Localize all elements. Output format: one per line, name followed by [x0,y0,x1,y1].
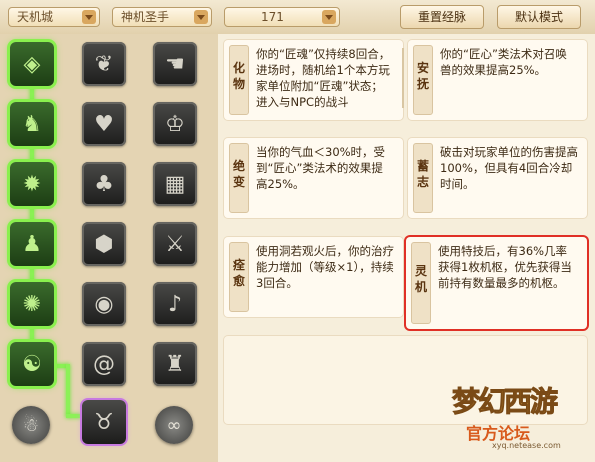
card-description: 使用特技后，有36%几率获得1枚机枢，优先获得当前持有数量最多的机枢。 [438,244,572,290]
hand-icon[interactable]: ☚ [153,42,197,86]
card-tag: 蓄志 [417,159,430,189]
beast-icon[interactable]: ♞ [10,102,54,146]
card-tag: 痊愈 [233,258,246,288]
default-mode-button[interactable]: 默认模式 [497,5,581,29]
card-tag: 灵机 [415,264,428,294]
game-logo: 梦幻西游 官方论坛 xyq.netease.com [451,380,587,456]
tree-icon[interactable]: ♣ [82,162,126,206]
warrior-icon[interactable]: ♟ [10,222,54,266]
shield-icon[interactable]: ⬢ [82,222,126,266]
swords-icon[interactable]: ⚔ [153,222,197,266]
faction-value: 天机城 [17,10,54,24]
card-tag: 安抚 [417,61,430,91]
card-description: 当你的气血＜30%时，受到“匠心”类法术的效果提高25%。 [256,145,386,191]
talent-card[interactable]: 安抚 你的“匠心”类法术对召唤兽的效果提高25%。 [408,40,587,120]
talent-card[interactable]: 绝变 当你的气血＜30%时，受到“匠心”类法术的效果提高25%。 [224,138,403,218]
card-tag: 绝变 [233,159,246,189]
card-description: 破击对玩家单位的伤害提高100%，但具有4回合冷却时间。 [440,145,578,191]
gem-icon[interactable]: ◈ [10,42,54,86]
scrollbar[interactable] [402,48,404,108]
level-dropdown[interactable]: 171 [224,7,340,27]
leaf-flame-icon[interactable]: ❦ [82,42,126,86]
robot-icon[interactable]: ♜ [153,342,197,386]
card-description: 使用洞若观火后，你的治疗能力增加（等级×1），持续3回合。 [256,244,394,290]
chevron-down-icon [82,10,96,24]
swirl-icon[interactable]: ☯ [10,342,54,386]
talent-card[interactable]: 蓄志 破击对玩家单位的伤害提高100%，但具有4回合冷却时间。 [408,138,587,218]
reset-meridian-button[interactable]: 重置经脉 [400,5,484,29]
eye-icon[interactable]: ◉ [82,282,126,326]
talent-card[interactable]: 痊愈 使用洞若观火后，你的治疗能力增加（等级×1），持续3回合。 [224,237,403,317]
active-chain [66,414,82,418]
chevron-down-icon [194,10,208,24]
serpent-icon[interactable]: ∞ [155,406,193,444]
wall-icon[interactable]: ▦ [153,162,197,206]
talent-card[interactable]: 化物 你的“匠魂”仅持续8回合，进场时，随机给1个本方玩家单位附加“匠魂”状态；… [224,40,404,120]
active-chain [66,364,70,416]
card-description: 你的“匠心”类法术对召唤兽的效果提高25%。 [440,47,567,77]
card-description: 你的“匠魂”仅持续8回合，进场时，随机给1个本方玩家单位附加“匠魂”状态；进入与… [256,47,391,109]
faction-dropdown[interactable]: 天机城 [8,7,100,27]
bell-icon[interactable]: ♔ [153,102,197,146]
logo-main: 梦幻西游 [451,385,558,419]
spiral-icon[interactable]: @ [82,342,126,386]
horn-icon[interactable]: ♪ [153,282,197,326]
card-tag: 化物 [233,61,246,91]
sun-icon[interactable]: ✹ [10,162,54,206]
skill-tree-panel: ◈ ♞ ✹ ♟ ✺ ☯ ❦ ♥ ♣ ⬢ ◉ @ ☚ ♔ ▦ ⚔ ♪ ♜ ☃ ♉ … [0,34,218,462]
school-value: 神机圣手 [121,10,170,24]
logo-url: xyq.netease.com [492,441,561,450]
heart-face-icon[interactable]: ♥ [82,102,126,146]
web-icon[interactable]: ✺ [10,282,54,326]
talent-card-selected[interactable]: 灵机 使用特技后，有36%几率获得1枚机枢，优先获得当前持有数量最多的机枢。 [406,237,587,329]
ghost-icon[interactable]: ☃ [12,406,50,444]
device-icon[interactable]: ♉ [82,400,126,444]
school-dropdown[interactable]: 神机圣手 [112,7,212,27]
chevron-down-icon [322,10,336,24]
level-value: 171 [261,10,284,24]
toolbar: 天机城 神机圣手 171 重置经脉 默认模式 [0,0,595,34]
